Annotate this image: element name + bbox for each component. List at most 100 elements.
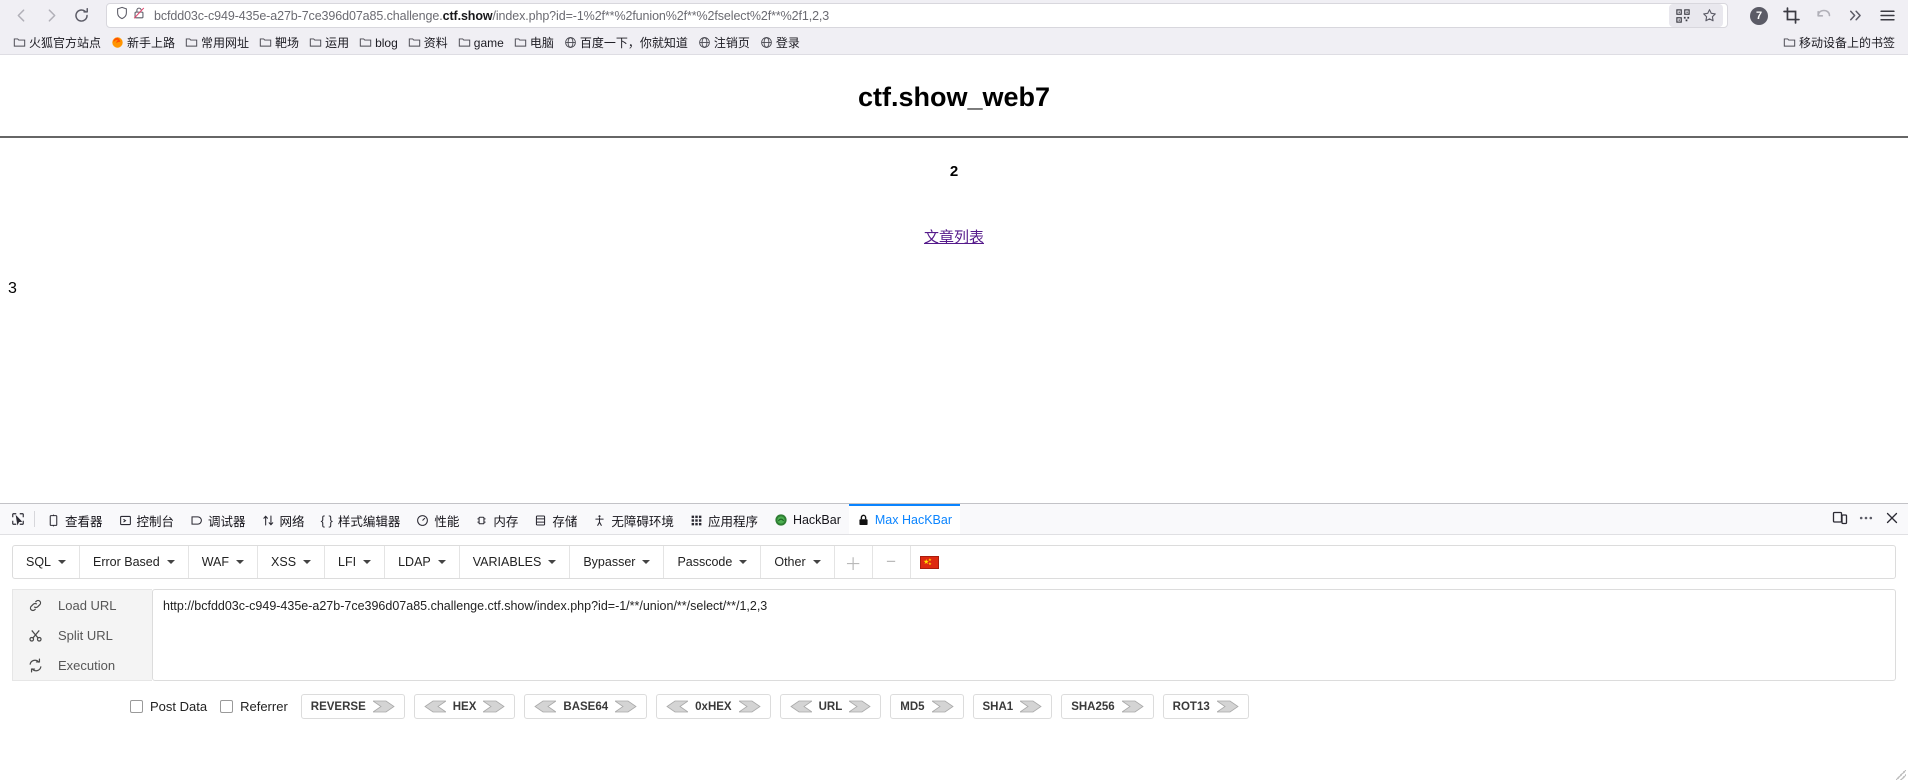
dropdown-error-based[interactable]: Error Based — [80, 546, 189, 578]
dropdown-other[interactable]: Other — [761, 546, 835, 578]
encode-arrow-right-icon[interactable] — [1020, 700, 1042, 713]
decode-arrow-left-icon[interactable] — [666, 700, 689, 713]
tab-accessibility[interactable]: 无障碍环境 — [585, 504, 682, 534]
dropdown-xss[interactable]: XSS — [258, 546, 326, 578]
bookmark-label: game — [473, 35, 504, 50]
url-bar[interactable]: bcfdd03c-c949-435e-a27b-7ce396d07a85.cha… — [106, 3, 1728, 28]
bookmark-item[interactable]: 注销页 — [693, 32, 755, 53]
bookmark-item[interactable]: 资料 — [403, 32, 453, 53]
encode-arrow-right-icon[interactable] — [1216, 700, 1239, 713]
dropdown-label: XSS — [271, 555, 297, 569]
decode-arrow-left-icon[interactable] — [534, 700, 557, 713]
bookmark-item[interactable]: 运用 — [304, 32, 354, 53]
referrer-checkbox[interactable]: Referrer — [220, 699, 288, 714]
lock-broken-icon[interactable] — [132, 6, 146, 25]
plus-icon[interactable]: ＋ — [835, 546, 873, 578]
bookmark-item[interactable]: 百度一下，你就知道 — [559, 32, 693, 53]
shield-icon[interactable] — [115, 6, 129, 25]
encoder-reverse[interactable]: REVERSE — [300, 694, 405, 719]
tab-application[interactable]: 应用程序 — [682, 504, 766, 534]
encoder-rot13[interactable]: ROT13 — [1162, 694, 1249, 719]
encode-arrow-right-icon[interactable] — [372, 700, 395, 713]
extension-badge-button[interactable]: 7 — [1744, 3, 1774, 29]
encode-arrow-right-icon[interactable] — [483, 700, 506, 713]
textarea-resize-handle[interactable] — [1896, 770, 1906, 780]
encoder-sha1[interactable]: SHA1 — [972, 694, 1053, 719]
minus-icon[interactable]: − — [873, 546, 911, 578]
article-link-container: 文章列表 — [0, 226, 1908, 247]
chevron-down-icon — [642, 560, 651, 564]
execution-button[interactable]: Execution — [13, 650, 152, 680]
responsive-design-mode-icon[interactable] — [1832, 510, 1848, 529]
bookmark-item[interactable]: 常用网址 — [180, 32, 254, 53]
tab-style-editor[interactable]: { } 样式编辑器 — [313, 504, 409, 534]
tab-performance[interactable]: 性能 — [408, 504, 467, 534]
dropdown-bypasser[interactable]: Bypasser — [570, 546, 665, 578]
tab-storage[interactable]: 存储 — [526, 504, 585, 534]
urlbar-icon-group — [111, 6, 146, 25]
action-label: Execution — [58, 657, 116, 673]
encoder-url[interactable]: URL — [779, 694, 882, 719]
encode-arrow-right-icon[interactable] — [931, 700, 954, 713]
hamburger-menu-icon[interactable] — [1872, 3, 1902, 29]
dropdown-label: Passcode — [677, 555, 733, 569]
star-icon[interactable] — [1697, 5, 1721, 26]
meatball-menu-icon[interactable] — [1858, 510, 1874, 529]
chevron-down-icon — [548, 560, 557, 564]
bookmark-item[interactable]: 新手上路 — [106, 32, 180, 53]
encode-arrow-right-icon[interactable] — [849, 700, 871, 713]
encode-arrow-right-icon[interactable] — [738, 700, 761, 713]
post-data-checkbox[interactable]: Post Data — [130, 699, 207, 714]
bookmark-item[interactable]: game — [453, 34, 509, 52]
dropdown-ldap[interactable]: LDAP — [385, 546, 460, 578]
bookmark-item-mobile[interactable]: 移动设备上的书签 — [1778, 32, 1900, 53]
checkbox-box[interactable] — [220, 700, 234, 713]
bookmark-item[interactable]: 靶场 — [254, 32, 304, 53]
encoder-md5[interactable]: MD5 — [890, 694, 964, 719]
qrcode-icon[interactable] — [1671, 5, 1695, 26]
tab-max-hackbar[interactable]: Max HacKBar — [848, 504, 960, 534]
dropdown-variables[interactable]: VARIABLES — [460, 546, 571, 578]
bookmark-item[interactable]: 火狐官方站点 — [8, 32, 106, 53]
encoder-0xhex[interactable]: 0xHEX — [656, 694, 771, 719]
china-flag-icon[interactable]: ★ ★ ★ — [911, 546, 949, 578]
reload-button[interactable] — [66, 3, 96, 29]
encoder-label: BASE64 — [563, 700, 609, 713]
bookmark-item[interactable]: blog — [354, 34, 403, 52]
url-textarea[interactable]: http://bcfdd03c-c949-435e-a27b-7ce396d07… — [152, 589, 1896, 681]
tabbar-separator — [34, 511, 35, 527]
forward-button[interactable] — [36, 3, 66, 29]
encoder-sha256[interactable]: SHA256 — [1061, 694, 1154, 719]
bookmark-item[interactable]: 电脑 — [509, 32, 559, 53]
checkbox-box[interactable] — [130, 700, 143, 713]
encoder-hex[interactable]: HEX — [413, 694, 516, 719]
tab-hackbar[interactable]: HackBar — [766, 504, 849, 534]
undo-arrow-icon[interactable] — [1808, 3, 1838, 29]
tab-memory[interactable]: 内存 — [467, 504, 526, 534]
tab-debugger[interactable]: 调试器 — [182, 504, 254, 534]
encode-arrow-right-icon[interactable] — [1121, 700, 1144, 713]
article-list-link[interactable]: 文章列表 — [924, 229, 984, 246]
dropdown-passcode[interactable]: Passcode — [664, 546, 762, 578]
dropdown-waf[interactable]: WAF — [189, 546, 259, 578]
crop-icon[interactable] — [1776, 3, 1806, 29]
decode-arrow-left-icon[interactable] — [789, 700, 812, 713]
dropdown-sql[interactable]: SQL — [13, 546, 81, 578]
flag-graphic: ★ ★ ★ — [920, 555, 940, 569]
bookmark-item[interactable]: 登录 — [755, 32, 805, 53]
element-picker-icon[interactable] — [6, 507, 30, 531]
back-button[interactable] — [6, 3, 36, 29]
tab-network[interactable]: 网络 — [254, 504, 313, 534]
close-devtools-icon[interactable] — [1884, 510, 1900, 529]
url-text[interactable]: bcfdd03c-c949-435e-a27b-7ce396d07a85.cha… — [146, 9, 1669, 23]
tab-inspector[interactable]: 查看器 — [39, 504, 111, 534]
load-url-button[interactable]: Load URL — [13, 590, 152, 620]
encoder-base64[interactable]: BASE64 — [524, 694, 648, 719]
dropdown-lfi[interactable]: LFI — [325, 546, 386, 578]
split-url-button[interactable]: Split URL — [13, 620, 152, 650]
double-chevron-right-icon[interactable] — [1840, 3, 1870, 29]
browser-chrome: bcfdd03c-c949-435e-a27b-7ce396d07a85.cha… — [0, 0, 1908, 55]
decode-arrow-left-icon[interactable] — [424, 700, 446, 713]
encode-arrow-right-icon[interactable] — [615, 700, 637, 713]
tab-console[interactable]: 控制台 — [111, 504, 183, 534]
